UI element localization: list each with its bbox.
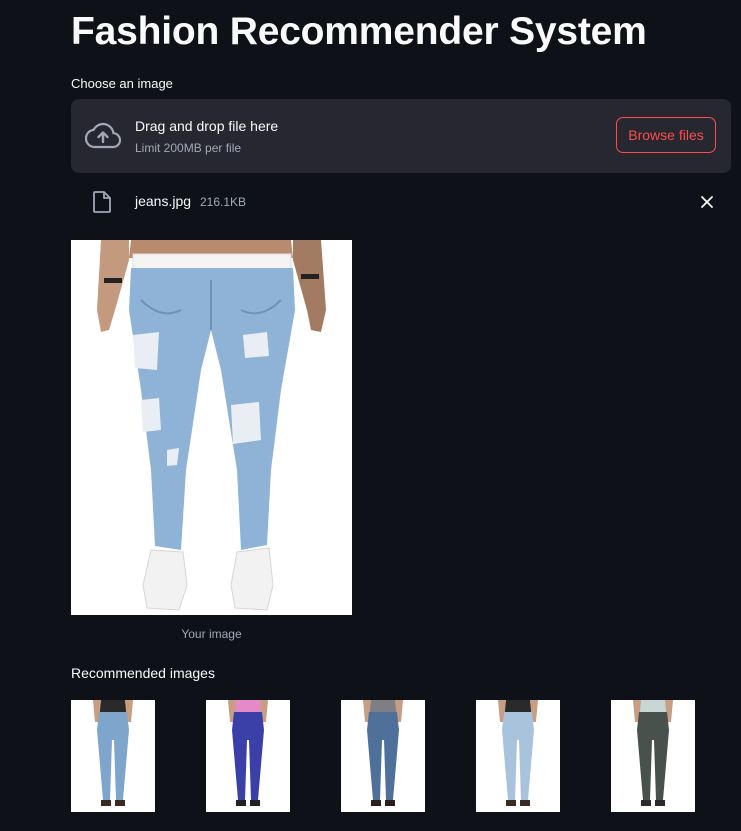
recommended-image-4	[476, 700, 560, 812]
jeans-model-photo	[611, 700, 695, 812]
app-page: Fashion Recommender System Choose an ima…	[0, 0, 741, 831]
cloud-upload-icon	[85, 122, 121, 149]
close-icon[interactable]	[699, 194, 715, 210]
recommended-image-5	[611, 700, 695, 812]
recommended-image-1	[71, 700, 155, 812]
jeans-photo	[71, 240, 352, 615]
uploaded-file-size: 216.1KB	[200, 195, 247, 209]
uploaded-file-name: jeans.jpg	[135, 193, 192, 209]
dropzone-size-limit: Limit 200MB per file	[135, 141, 242, 155]
file-dropzone[interactable]: Drag and drop file here Limit 200MB per …	[71, 99, 731, 173]
uploaded-file-row: jeans.jpg 216.1KB	[71, 182, 731, 222]
recommended-image-2	[206, 700, 290, 812]
jeans-model-photo	[476, 700, 560, 812]
browse-files-button[interactable]: Browse files	[616, 117, 716, 153]
jeans-model-photo	[206, 700, 290, 812]
file-icon	[93, 191, 111, 213]
page-title: Fashion Recommender System	[71, 10, 647, 53]
uploaded-image	[71, 240, 352, 615]
recommended-images-heading: Recommended images	[71, 665, 215, 681]
uploaded-image-caption: Your image	[181, 627, 242, 641]
jeans-model-photo	[341, 700, 425, 812]
file-uploader-label: Choose an image	[71, 76, 173, 91]
recommended-image-3	[341, 700, 425, 812]
dropzone-instructions: Drag and drop file here	[135, 118, 279, 134]
jeans-model-photo	[71, 700, 155, 812]
